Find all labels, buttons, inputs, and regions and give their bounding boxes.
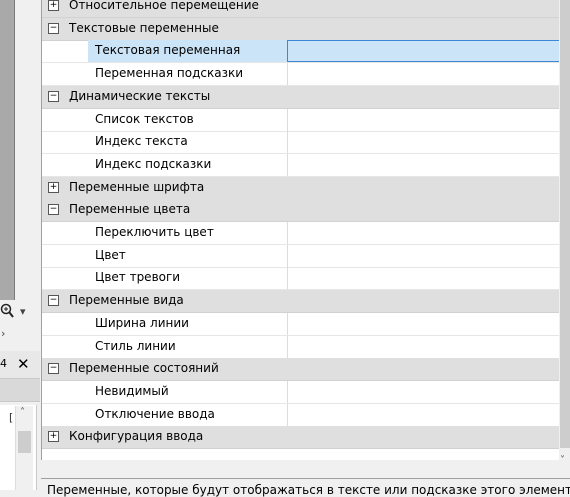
- category-row[interactable]: − Переменные цвета: [42, 199, 560, 223]
- property-row[interactable]: Невидимый: [42, 380, 560, 404]
- property-row[interactable]: Цвет: [42, 244, 560, 268]
- chevron-down-icon[interactable]: ▾: [20, 305, 26, 318]
- property-row[interactable]: Индекс подсказки: [42, 153, 560, 177]
- property-label: Стиль линии: [95, 338, 176, 353]
- property-row[interactable]: Ширина линии: [42, 312, 560, 336]
- property-label: Ширина линии: [95, 315, 189, 330]
- property-label: Невидимый: [95, 383, 169, 398]
- category-label: Конфигурация ввода: [69, 429, 204, 444]
- category-label: Переменные вида: [69, 293, 184, 308]
- expand-icon[interactable]: +: [48, 431, 59, 443]
- property-row[interactable]: Отключение ввода: [42, 403, 560, 427]
- property-value-cell[interactable]: [287, 335, 560, 358]
- category-row[interactable]: − Переменные состояний: [42, 358, 560, 382]
- property-value-cell[interactable]: [287, 222, 560, 244]
- category-label: Динамические тексты: [69, 88, 211, 103]
- property-label: Переключить цвет: [95, 225, 214, 239]
- collapse-icon[interactable]: −: [48, 204, 59, 216]
- category-label: Относительное перемещение: [69, 0, 259, 12]
- property-value-cell[interactable]: [287, 403, 560, 426]
- property-row[interactable]: Переменная подсказки: [42, 63, 560, 87]
- property-grid: + Относительное перемещение − Текстовые пер…: [41, 0, 560, 460]
- property-value-cell[interactable]: [287, 312, 560, 335]
- property-label: Индекс подсказки: [95, 156, 212, 171]
- property-label: Текстовая переменная: [95, 43, 241, 58]
- property-value-cell[interactable]: [287, 131, 560, 154]
- left-panel: ▾ › 4 ✕ [ ˄: [0, 0, 40, 496]
- expand-icon[interactable]: +: [48, 0, 59, 11]
- docked-scrollbar[interactable]: ˄: [15, 406, 33, 490]
- property-value-cell[interactable]: [287, 267, 560, 290]
- property-value-cell[interactable]: [287, 380, 560, 403]
- category-label: Переменные шрифта: [69, 179, 205, 194]
- property-value-cell[interactable]: [287, 108, 560, 131]
- category-label: Переменные состояний: [69, 361, 219, 376]
- property-label: Цвет: [95, 247, 126, 262]
- collapse-icon[interactable]: −: [48, 90, 59, 102]
- collapse-icon[interactable]: −: [48, 22, 59, 34]
- property-label: Переменная подсказки: [95, 66, 244, 81]
- close-icon[interactable]: ✕: [17, 355, 30, 373]
- property-row[interactable]: Переключить цвет: [42, 222, 560, 245]
- property-value-cell[interactable]: [287, 244, 560, 267]
- category-row[interactable]: − Переменные вида: [42, 290, 560, 314]
- property-row[interactable]: Индекс текста: [42, 131, 560, 155]
- property-value-cell[interactable]: [287, 63, 560, 86]
- property-row[interactable]: Цвет тревоги: [42, 267, 560, 291]
- scroll-thumb[interactable]: [18, 431, 31, 453]
- zoom-icon[interactable]: [0, 303, 14, 319]
- property-label: Индекс текста: [95, 134, 188, 149]
- property-label: Список текстов: [95, 111, 194, 126]
- property-row[interactable]: Текстовая переменная: [42, 40, 560, 64]
- tab-fragment: 4: [0, 357, 7, 370]
- pane-fragment: [: [9, 411, 14, 424]
- category-row[interactable]: − Текстовые переменные: [42, 17, 560, 41]
- chevron-up-icon[interactable]: ˄: [20, 407, 25, 418]
- category-row[interactable]: − Динамические тексты: [42, 85, 560, 109]
- docked-tab-header: 4 ✕: [0, 351, 40, 378]
- property-row[interactable]: Список текстов: [42, 108, 560, 132]
- left-canvas-area: [0, 0, 14, 300]
- collapse-icon[interactable]: −: [48, 363, 59, 375]
- docked-toolbar: [0, 378, 40, 402]
- description-bar: Переменные, которые будут отображаться в…: [41, 478, 570, 497]
- expand-icon[interactable]: +: [48, 181, 59, 193]
- chevron-right-icon[interactable]: ›: [1, 327, 5, 340]
- property-label: Цвет тревоги: [95, 270, 181, 285]
- category-row[interactable]: + Относительное перемещение: [42, 0, 560, 18]
- category-label: Текстовые переменные: [69, 20, 219, 35]
- property-row[interactable]: Стиль линии: [42, 335, 560, 359]
- property-value-cell[interactable]: [287, 153, 560, 176]
- left-divider: [14, 0, 15, 300]
- category-row[interactable]: + Переменные шрифта: [42, 176, 560, 200]
- collapse-icon[interactable]: −: [48, 295, 59, 307]
- scroll-thumb[interactable]: [560, 0, 570, 448]
- description-text: Переменные, которые будут отображаться в…: [47, 483, 570, 497]
- category-label: Переменные цвета: [69, 202, 191, 217]
- category-row[interactable]: + Конфигурация ввода: [42, 426, 560, 450]
- property-value-cell[interactable]: [287, 40, 560, 63]
- property-grid-scrollbar[interactable]: ˅: [559, 0, 570, 475]
- chevron-down-icon[interactable]: ˅: [560, 455, 565, 466]
- property-label: Отключение ввода: [95, 406, 215, 421]
